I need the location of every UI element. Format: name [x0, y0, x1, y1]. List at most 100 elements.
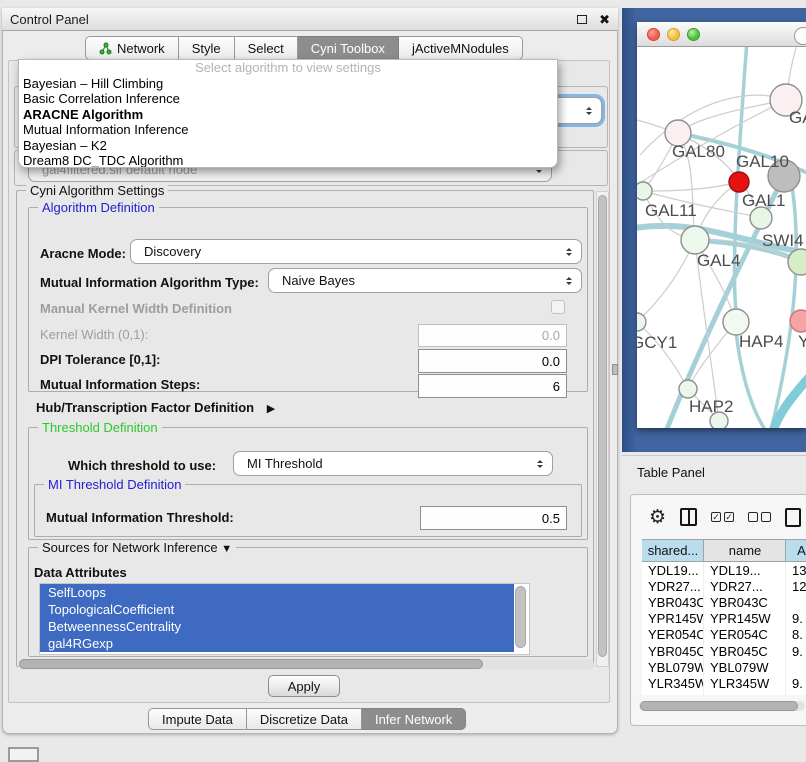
- new-table-icon[interactable]: [785, 508, 801, 527]
- column-header-next[interactable]: A: [786, 540, 806, 561]
- node[interactable]: [637, 313, 646, 331]
- node-label: HAP2: [689, 397, 733, 416]
- dropdown-item[interactable]: Mutual Information Inference: [19, 122, 557, 137]
- aracne-mode-label: Aracne Mode:: [40, 246, 126, 261]
- list-item[interactable]: SelfLoops: [40, 584, 514, 601]
- minimize-traffic-light-icon[interactable]: [667, 28, 680, 41]
- close-icon[interactable]: ✖: [599, 13, 610, 26]
- network-view-window[interactable]: GAL80 GAL10 GAL1 GAL11 SWI4 GAL4 GCY1 HA…: [637, 22, 806, 428]
- attributes-scrollbar-thumb[interactable]: [515, 586, 526, 648]
- which-threshold-combobox[interactable]: MI Threshold: [233, 451, 553, 476]
- mi-steps-input[interactable]: 6: [418, 374, 567, 398]
- dropdown-item-selected[interactable]: ARACNE Algorithm: [19, 107, 557, 122]
- aracne-mode-value: Discovery: [144, 244, 201, 259]
- table-row[interactable]: YBL079W YBL079W: [642, 659, 806, 675]
- settings-horizontal-scrollbar-thumb[interactable]: [19, 659, 483, 669]
- node-label: GAL1: [742, 191, 785, 210]
- settings-horizontal-scrollbar[interactable]: [18, 659, 594, 669]
- settings-vertical-scrollbar-thumb[interactable]: [598, 195, 607, 657]
- table-panel-title: Table Panel: [637, 465, 705, 480]
- dropdown-item[interactable]: Bayesian – Hill Climbing: [19, 76, 557, 91]
- node-selected[interactable]: [729, 172, 749, 192]
- column-header-name[interactable]: name: [704, 540, 786, 561]
- checked-box-icon: ✓: [724, 512, 734, 522]
- table-row[interactable]: YLR345W YLR345W 9.: [642, 675, 806, 691]
- cell: YER054C: [642, 627, 704, 643]
- node-table: shared... name A YDL19... YDL19... 13 YD…: [642, 539, 806, 695]
- partial-bottom-icon[interactable]: [8, 747, 39, 762]
- aracne-mode-combobox[interactable]: Discovery: [130, 239, 582, 264]
- node[interactable]: [637, 182, 652, 200]
- kernel-width-input[interactable]: 0.0: [418, 324, 567, 347]
- list-item[interactable]: gal4RGexp: [40, 635, 514, 652]
- cell: YPR145W: [704, 611, 786, 627]
- node-label: Y: [798, 332, 806, 351]
- dropdown-item[interactable]: Bayesian – K2: [19, 138, 557, 153]
- table-row[interactable]: YBR043C YBR043C: [642, 594, 806, 610]
- float-window-icon[interactable]: [577, 15, 587, 24]
- node-label: SWI4: [762, 231, 804, 250]
- tab-jactivemnodules[interactable]: jActiveMNodules: [399, 36, 523, 60]
- tab-impute-data[interactable]: Impute Data: [148, 708, 247, 730]
- table-row[interactable]: YDR27... YDR27... 12: [642, 578, 806, 594]
- select-all-checkboxes-icon[interactable]: ✓ ✓: [711, 512, 734, 522]
- mi-type-combobox[interactable]: Naive Bayes: [268, 268, 582, 293]
- close-traffic-light-icon[interactable]: [647, 28, 660, 41]
- node[interactable]: [790, 310, 806, 332]
- gear-icon[interactable]: ⚙: [649, 508, 666, 527]
- tab-discretize-data[interactable]: Discretize Data: [247, 708, 362, 730]
- hub-definition-toggle[interactable]: Hub/Transcription Factor Definition ▶: [36, 400, 275, 415]
- table-row[interactable]: YBR045C YBR045C 9.: [642, 643, 806, 659]
- node-label: GAL80: [672, 142, 725, 161]
- data-attributes-list: SelfLoops TopologicalCoefficient Between…: [39, 583, 530, 655]
- triangle-right-icon: ▶: [267, 402, 275, 415]
- deselect-all-checkboxes-icon[interactable]: [748, 512, 771, 522]
- split-columns-icon[interactable]: [680, 508, 697, 526]
- table-row[interactable]: YPR145W YPR145W 9.: [642, 611, 806, 627]
- dropdown-item[interactable]: Dream8 DC_TDC Algorithm: [19, 153, 557, 168]
- checked-box-icon: ✓: [711, 512, 721, 522]
- attributes-scrollbar[interactable]: [514, 585, 527, 652]
- tab-style[interactable]: Style: [179, 36, 235, 60]
- node[interactable]: [750, 207, 772, 229]
- table-row[interactable]: YER054C YER054C 8.: [642, 627, 806, 643]
- cell: YDR27...: [642, 578, 704, 594]
- list-item[interactable]: BetweennessCentrality: [40, 618, 514, 635]
- manual-kernel-checkbox[interactable]: [551, 300, 565, 314]
- table-horizontal-scrollbar[interactable]: [639, 701, 805, 711]
- mi-threshold-value: 0.5: [542, 511, 560, 526]
- tab-select[interactable]: Select: [235, 36, 298, 60]
- cyni-settings-title: Cyni Algorithm Settings: [26, 183, 168, 198]
- tab-cyni-toolbox-label: Cyni Toolbox: [311, 41, 385, 56]
- dropdown-item[interactable]: Basic Correlation Inference: [19, 91, 557, 106]
- table-panel-header: Table Panel: [622, 455, 806, 489]
- table-row[interactable]: YIL052C YIL052C 9: [642, 692, 806, 696]
- settings-vertical-scrollbar[interactable]: [596, 191, 609, 667]
- zoom-traffic-light-icon[interactable]: [687, 28, 700, 41]
- network-graph[interactable]: GAL80 GAL10 GAL1 GAL11 SWI4 GAL4 GCY1 HA…: [637, 47, 806, 428]
- node-label: GAL11: [645, 201, 697, 220]
- control-panel-titlebar[interactable]: Control Panel ✖: [2, 8, 618, 31]
- list-item[interactable]: TopologicalCoefficient: [40, 601, 514, 618]
- tab-infer-network[interactable]: Infer Network: [362, 708, 466, 730]
- cell: 9.: [786, 611, 806, 627]
- node-label: HAP4: [739, 332, 783, 351]
- tab-network[interactable]: Network: [85, 36, 179, 60]
- tab-cyni-toolbox[interactable]: Cyni Toolbox: [298, 36, 399, 60]
- node[interactable]: [681, 226, 709, 254]
- table-row[interactable]: YDL19... YDL19... 13: [642, 562, 806, 578]
- sources-group-title[interactable]: Sources for Network Inference ▼: [38, 540, 236, 557]
- dpi-tolerance-input[interactable]: 0.0: [418, 349, 567, 373]
- mi-threshold-input[interactable]: 0.5: [420, 506, 567, 530]
- cell: YER054C: [704, 627, 786, 643]
- apply-button[interactable]: Apply: [268, 675, 340, 697]
- cell: 13: [786, 562, 806, 578]
- unchecked-box-icon: [748, 512, 758, 522]
- cell: YLR345W: [704, 675, 786, 691]
- column-header-shared[interactable]: shared...: [642, 540, 704, 561]
- table-horizontal-scrollbar-thumb[interactable]: [640, 701, 798, 711]
- node[interactable]: [679, 380, 697, 398]
- network-window-titlebar[interactable]: [637, 22, 806, 47]
- combo-arrows-icon: [566, 248, 572, 256]
- splitter-handle[interactable]: [612, 364, 618, 375]
